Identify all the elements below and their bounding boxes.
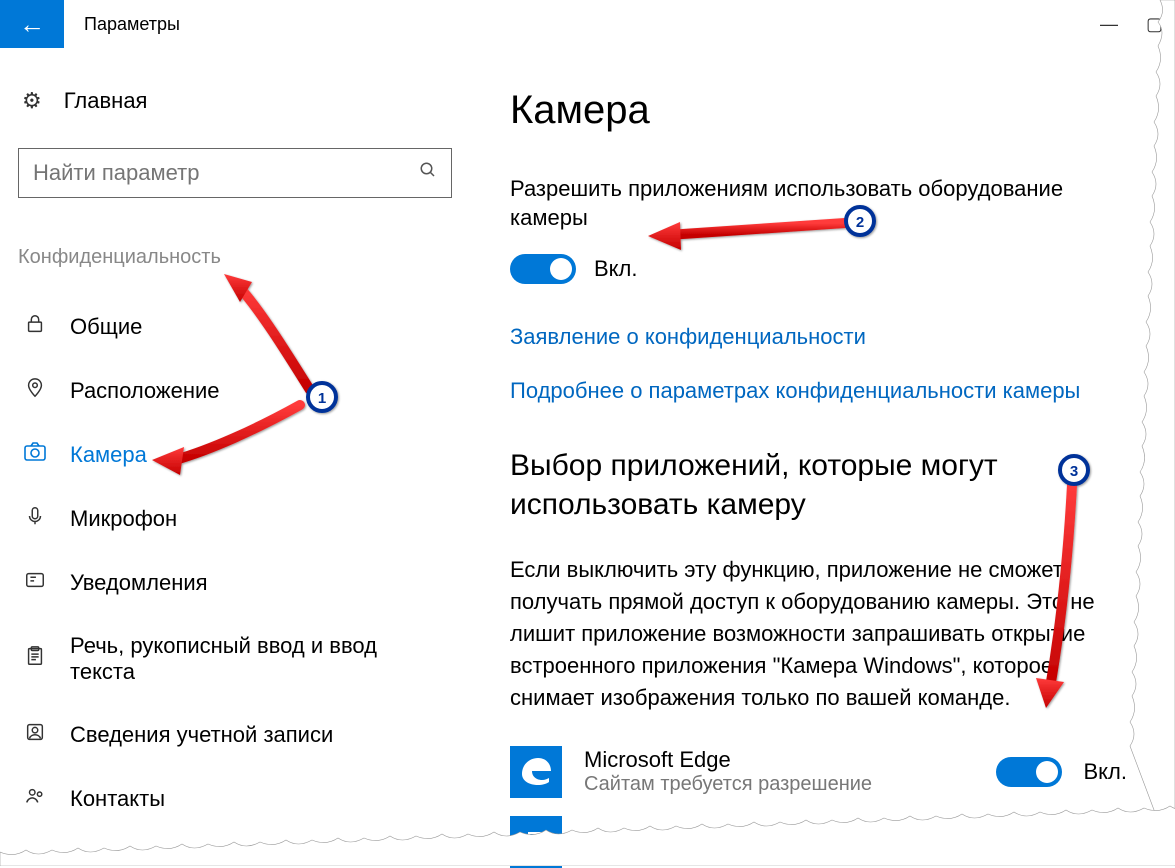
back-arrow-icon: ← [19, 9, 45, 40]
back-button[interactable]: ← [0, 0, 64, 48]
edge-icon [510, 746, 562, 798]
location-icon [22, 377, 48, 405]
app-subtitle: Сайтам требуется разрешение [584, 773, 974, 796]
app-info: Microsoft Store [584, 829, 974, 855]
app-name: Microsoft Edge [584, 747, 974, 773]
privacy-statement-link[interactable]: Заявление о конфиденциальности [510, 324, 1127, 350]
notifications-icon [22, 569, 48, 597]
sidebar-item-microphone[interactable]: Микрофон [18, 487, 452, 551]
account-icon [22, 721, 48, 749]
gear-icon: ⚙ [22, 88, 42, 114]
home-link[interactable]: ⚙ Главная [18, 84, 452, 118]
section-label: Конфиденциальность [18, 246, 452, 269]
toggle-state-label: Вкл. [1084, 829, 1128, 855]
sidebar-item-label: Камера [70, 442, 147, 468]
sidebar-item-general[interactable]: Общие [18, 295, 452, 359]
search-input[interactable] [33, 160, 419, 186]
allow-apps-text: Разрешить приложениям использовать обору… [510, 175, 1127, 232]
sidebar-item-label: Контакты [70, 786, 165, 812]
toggle-knob [1036, 831, 1058, 853]
sidebar-item-label: Сведения учетной записи [70, 722, 333, 748]
app-row-edge: Microsoft Edge Сайтам требуется разрешен… [510, 746, 1127, 798]
app-toggle-store[interactable] [996, 827, 1062, 857]
sidebar-item-account[interactable]: Сведения учетной записи [18, 703, 452, 767]
camera-master-toggle[interactable] [510, 254, 576, 284]
window-title: Параметры [84, 14, 180, 35]
clipboard-icon [22, 645, 48, 673]
app-toggle-edge[interactable] [996, 757, 1062, 787]
minimize-button[interactable]: — [1100, 14, 1118, 35]
contacts-icon [22, 785, 48, 813]
privacy-info-link[interactable]: Подробнее о параметрах конфиденциальност… [510, 378, 1127, 404]
store-icon [510, 816, 562, 868]
page-title: Камера [510, 88, 1127, 133]
toggle-state-label: Вкл. [594, 256, 638, 282]
sidebar-item-notifications[interactable]: Уведомления [18, 551, 452, 615]
restore-button[interactable]: ▢ [1146, 14, 1163, 35]
sidebar-item-label: Расположение [70, 378, 220, 404]
sidebar-item-location[interactable]: Расположение [18, 359, 452, 423]
app-name: Microsoft Store [584, 829, 974, 855]
app-info: Microsoft Edge Сайтам требуется разрешен… [584, 747, 974, 796]
sidebar-item-contacts[interactable]: Контакты [18, 767, 452, 831]
home-label: Главная [64, 88, 148, 114]
search-box[interactable] [18, 148, 452, 198]
choose-apps-description: Если выключить эту функцию, приложение н… [510, 554, 1127, 713]
sidebar-item-label: Микрофон [70, 506, 177, 532]
choose-apps-heading: Выбор приложений, которые могут использо… [510, 446, 1127, 524]
lock-icon [22, 313, 48, 341]
camera-master-toggle-row: Вкл. [510, 254, 1127, 284]
toggle-state-label: Вкл. [1084, 759, 1128, 785]
search-icon [419, 161, 437, 185]
sidebar-item-camera[interactable]: Камера [18, 423, 452, 487]
toggle-knob [550, 258, 572, 280]
window-controls: — ▢ [1100, 0, 1163, 48]
title-bar: ← Параметры — ▢ [0, 0, 1175, 48]
sidebar-item-label: Речь, рукописный ввод и ввод текста [70, 633, 448, 685]
microphone-icon [22, 505, 48, 533]
sidebar-item-speech[interactable]: Речь, рукописный ввод и ввод текста [18, 615, 452, 703]
camera-icon [22, 441, 48, 469]
sidebar: ⚙ Главная Конфиденциальность Общие Распо… [0, 48, 470, 866]
toggle-knob [1036, 761, 1058, 783]
sidebar-item-label: Уведомления [70, 570, 208, 596]
main-panel: Камера Разрешить приложениям использоват… [470, 48, 1175, 866]
app-row-store: Microsoft Store Вкл. [510, 816, 1127, 868]
sidebar-item-label: Общие [70, 314, 142, 340]
